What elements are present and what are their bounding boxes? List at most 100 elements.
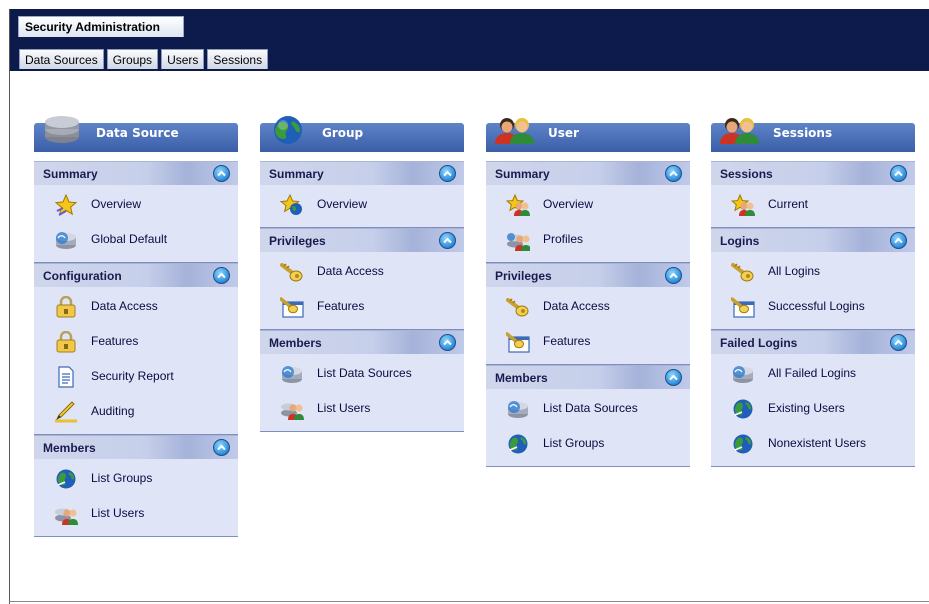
users-icon xyxy=(54,503,78,525)
section-failed-logins: Failed Logins All Failed Logins Existing U… xyxy=(711,330,915,467)
link-all-failed-logins[interactable]: All Failed Logins xyxy=(711,356,915,391)
section-members: Members List Data Sources List Groups xyxy=(486,365,690,467)
frame-left-border xyxy=(9,9,10,604)
globe-icon xyxy=(731,433,755,455)
section-body: List Groups List Users xyxy=(34,459,238,537)
section-title: Privileges xyxy=(495,269,552,283)
users-icon xyxy=(719,115,759,145)
section-header: Members xyxy=(260,330,464,354)
collapse-chevron-up-icon[interactable] xyxy=(890,334,907,351)
link-list-groups[interactable]: List Groups xyxy=(34,461,238,496)
link-profiles[interactable]: Profiles xyxy=(486,222,690,257)
link-all-logins[interactable]: All Logins xyxy=(711,254,915,289)
link-label: All Failed Logins xyxy=(768,366,857,380)
lock-icon xyxy=(54,330,78,353)
collapse-chevron-up-icon[interactable] xyxy=(213,267,230,284)
link-features[interactable]: Features xyxy=(486,324,690,359)
link-current[interactable]: Current xyxy=(711,187,915,222)
column-title: Sessions xyxy=(773,126,833,140)
column-group: Group Summary Overview Privileges Data Acces… xyxy=(260,116,464,432)
link-label: List Groups xyxy=(91,471,153,485)
section-title: Failed Logins xyxy=(720,336,798,350)
collapse-chevron-up-icon[interactable] xyxy=(213,165,230,182)
link-list-users[interactable]: List Users xyxy=(34,496,238,531)
link-features[interactable]: Features xyxy=(34,324,238,359)
key-window-icon xyxy=(730,296,755,318)
collapse-chevron-up-icon[interactable] xyxy=(665,369,682,386)
collapse-chevron-up-icon[interactable] xyxy=(439,232,456,249)
section-header: Summary xyxy=(486,161,690,185)
column-header-user: User xyxy=(486,118,690,152)
link-label: Features xyxy=(91,334,139,348)
column-header-sessions: Sessions xyxy=(711,118,915,152)
link-data-access[interactable]: Data Access xyxy=(486,289,690,324)
link-label: Successful Logins xyxy=(768,299,865,313)
star-users-icon xyxy=(505,193,530,216)
column-header-data-source: Data Source xyxy=(34,116,238,152)
link-list-data-sources[interactable]: List Data Sources xyxy=(486,391,690,426)
link-successful-logins[interactable]: Successful Logins xyxy=(711,289,915,324)
link-data-access[interactable]: Data Access xyxy=(260,254,464,289)
link-label: Current xyxy=(768,197,809,211)
section-title: Members xyxy=(269,336,322,350)
section-header: Privileges xyxy=(260,228,464,252)
tab-groups[interactable]: Groups xyxy=(106,49,159,69)
link-label: Data Access xyxy=(543,299,610,313)
section-body: Data Access Features xyxy=(486,287,690,365)
section-members: Members List Data Sources List Users xyxy=(260,330,464,432)
link-data-access[interactable]: Data Access xyxy=(34,289,238,324)
collapse-chevron-up-icon[interactable] xyxy=(665,165,682,182)
section-title: Summary xyxy=(43,167,98,181)
column-sessions: Sessions Sessions Current Logins All Logins S… xyxy=(711,118,915,467)
section-members: Members List Groups List Users xyxy=(34,435,238,537)
subtab-bar: Data Sources Groups Users Sessions xyxy=(19,49,269,69)
pen-icon xyxy=(54,401,78,423)
link-global-default[interactable]: Global Default xyxy=(34,222,238,257)
section-title: Summary xyxy=(269,167,324,181)
key-icon xyxy=(731,261,755,283)
section-header: Configuration xyxy=(34,263,238,287)
link-list-groups[interactable]: List Groups xyxy=(486,426,690,461)
section-header: Failed Logins xyxy=(711,330,915,354)
link-label: Overview xyxy=(317,197,368,211)
link-overview[interactable]: Overview xyxy=(486,187,690,222)
key-window-icon xyxy=(505,331,530,353)
collapse-chevron-up-icon[interactable] xyxy=(890,165,907,182)
link-list-users[interactable]: List Users xyxy=(260,391,464,426)
link-list-data-sources[interactable]: List Data Sources xyxy=(260,356,464,391)
app-tab-security-administration[interactable]: Security Administration xyxy=(18,16,184,37)
column-title: Data Source xyxy=(96,126,179,140)
link-label: List Data Sources xyxy=(317,366,412,380)
section-title: Members xyxy=(495,371,548,385)
collapse-chevron-up-icon[interactable] xyxy=(439,334,456,351)
link-existing-users[interactable]: Existing Users xyxy=(711,391,915,426)
tab-data-sources[interactable]: Data Sources xyxy=(19,49,104,69)
section-title: Members xyxy=(43,441,96,455)
link-nonexistent-users[interactable]: Nonexistent Users xyxy=(711,426,915,461)
link-auditing[interactable]: Auditing xyxy=(34,394,238,429)
column-header-group: Group xyxy=(260,116,464,152)
link-label: List Groups xyxy=(543,436,605,450)
link-security-report[interactable]: Security Report xyxy=(34,359,238,394)
collapse-chevron-up-icon[interactable] xyxy=(439,165,456,182)
collapse-chevron-up-icon[interactable] xyxy=(665,267,682,284)
section-logins: Logins All Logins Successful Logins xyxy=(711,228,915,330)
column-title: Group xyxy=(322,126,364,140)
collapse-chevron-up-icon[interactable] xyxy=(213,439,230,456)
link-features[interactable]: Features xyxy=(260,289,464,324)
tab-sessions[interactable]: Sessions xyxy=(207,49,269,69)
tab-users[interactable]: Users xyxy=(161,49,205,69)
section-sessions: Sessions Current xyxy=(711,161,915,228)
link-overview[interactable]: Overview xyxy=(34,187,238,222)
lock-icon xyxy=(54,295,78,318)
server-icon xyxy=(280,363,304,385)
link-label: Overview xyxy=(543,197,594,211)
section-body: Data Access Features Security Report Auditi… xyxy=(34,287,238,435)
section-title: Configuration xyxy=(43,269,122,283)
section-body: Data Access Features xyxy=(260,252,464,330)
collapse-chevron-up-icon[interactable] xyxy=(890,232,907,249)
link-label: Global Default xyxy=(91,232,168,246)
column-data-source: Data Source Summary Overview Global Default… xyxy=(34,116,238,537)
link-overview[interactable]: Overview xyxy=(260,187,464,222)
section-header: Logins xyxy=(711,228,915,252)
